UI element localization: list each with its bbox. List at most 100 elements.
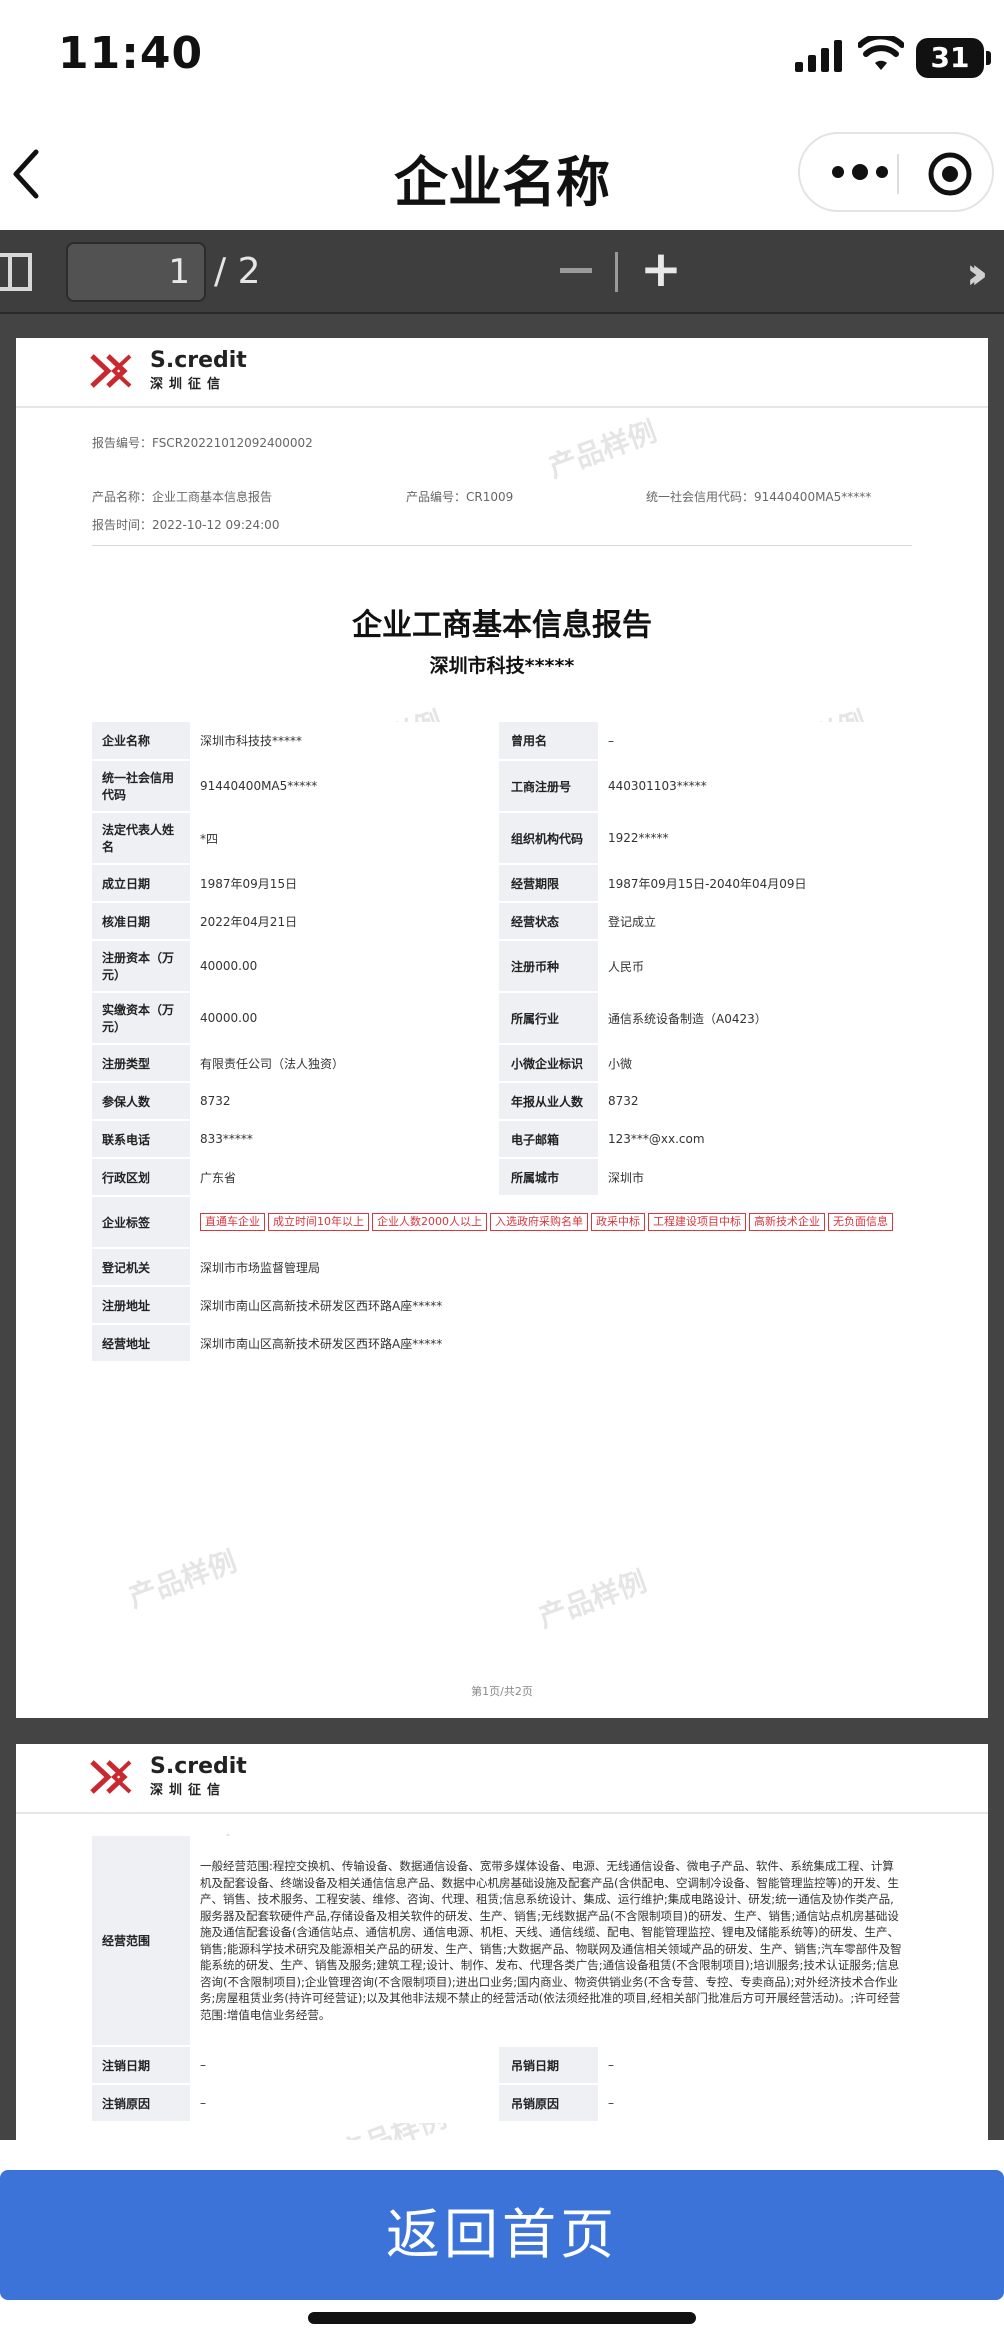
table-row: 企业名称 深圳市科技技***** 曾用名 – — [92, 722, 912, 761]
brand-title: S.credit — [150, 348, 247, 373]
field-label: 注册资本（万元） — [92, 940, 190, 993]
battery-icon: 31 — [916, 38, 991, 78]
tags-cell: 直通车企业 成立时间10年以上 企业人数2000人以上 入选政府采购名单 政采中标 工程建… — [190, 1196, 912, 1249]
field-label: 联系电话 — [92, 1120, 190, 1159]
field-value: 深圳市 — [598, 1158, 912, 1197]
report-time: 报告时间：2022-10-12 09:24:00 — [92, 518, 280, 532]
tags-label: 企业标签 — [92, 1196, 190, 1249]
field-value: 833***** — [190, 1120, 501, 1159]
table-row: 注册类型 有限责任公司（法人独资） 小微企业标识 小微 — [92, 1044, 912, 1083]
field-value: 1922***** — [598, 812, 912, 865]
revoke-reason-label: 吊销原因 — [500, 2084, 598, 2123]
cancel-date-label: 注销日期 — [92, 2046, 190, 2085]
field-value: 40000.00 — [190, 940, 501, 993]
wifi-icon — [858, 36, 904, 70]
field-value: 人民币 — [598, 940, 912, 993]
divider — [92, 545, 912, 546]
company-tag: 高新技术企业 — [749, 1213, 825, 1231]
field-label: 成立日期 — [92, 864, 190, 903]
field-label: 注册币种 — [500, 940, 598, 993]
mini-program-capsule — [798, 132, 994, 212]
field-label: 统一社会信用代码 — [92, 760, 190, 813]
product-name: 产品名称：企业工商基本信息报告 — [92, 490, 273, 504]
table-row: 实缴资本（万元） 40000.00 所属行业 通信系统设备制造（A0423） — [92, 992, 912, 1045]
field-label: 小微企业标识 — [500, 1044, 598, 1083]
brand-subtitle: 深圳征信 — [150, 1783, 227, 1798]
cellular-signal-icon — [795, 40, 842, 72]
table-row: 注册地址 深圳市南山区高新技术研发区西环路A座***** — [92, 1286, 912, 1325]
revoke-date: – — [598, 2046, 912, 2085]
field-label: 核准日期 — [92, 902, 190, 941]
field-label: 登记机关 — [92, 1248, 190, 1287]
product-code: 产品编号：CR1009 — [406, 490, 514, 504]
company-tag: 企业人数2000人以上 — [372, 1213, 487, 1231]
field-value: 登记成立 — [598, 902, 912, 941]
company-tag: 工程建设项目中标 — [648, 1213, 746, 1231]
brand-title: S.credit — [150, 1754, 247, 1779]
table-row: 参保人数 8732 年报从业人数 8732 — [92, 1082, 912, 1121]
field-label: 注册地址 — [92, 1286, 190, 1325]
clock: 11:40 — [58, 28, 204, 79]
field-label: 参保人数 — [92, 1082, 190, 1121]
field-value: 广东省 — [190, 1158, 501, 1197]
company-info-table: 企业名称 深圳市科技技***** 曾用名 – 统一社会信用代码 91440400MA5**… — [92, 722, 912, 1363]
scredit-logo-icon — [90, 1760, 132, 1794]
field-value: – — [598, 722, 912, 761]
watermark: 产品样例 — [544, 414, 661, 485]
page-number-input[interactable]: 1 — [66, 242, 206, 302]
field-value: 深圳市南山区高新技术研发区西环路A座***** — [190, 1324, 912, 1363]
pdf-viewer[interactable]: S.credit 深圳征信 产品样例 产品样例 产品样例 产品样例 产品样例 产… — [0, 314, 1004, 2140]
brand-name: S.credit 深圳征信 — [150, 350, 247, 396]
pdf-header: S.credit 深圳征信 — [16, 338, 988, 408]
more-tools-icon[interactable]: ›› — [966, 248, 989, 299]
field-value: 深圳市科技技***** — [190, 722, 501, 761]
revoke-date-label: 吊销日期 — [500, 2046, 598, 2085]
more-options-icon[interactable] — [830, 160, 890, 184]
zoom-out-icon[interactable] — [560, 268, 592, 273]
zoom-divider — [615, 252, 618, 292]
field-value: *四 — [190, 812, 501, 865]
field-label: 实缴资本（万元） — [92, 992, 190, 1045]
field-label: 年报从业人数 — [500, 1082, 598, 1121]
brand-name: S.credit 深圳征信 — [150, 1756, 247, 1802]
brand-subtitle: 深圳征信 — [150, 377, 227, 392]
watermark: 产品样例 — [124, 1544, 241, 1615]
field-value: 通信系统设备制造（A0423） — [598, 992, 912, 1045]
page-footer: 第1页/共2页 — [471, 1685, 533, 1698]
pdf-page-2: S.credit 深圳征信 产品样例 产品样例 经营范围 一般经营范围:程控交换… — [16, 1744, 988, 2140]
table-row: 统一社会信用代码 91440400MA5***** 工商注册号 440301103**… — [92, 760, 912, 813]
table-row: 经营地址 深圳市南山区高新技术研发区西环路A座***** — [92, 1324, 912, 1363]
home-button[interactable]: 返回首页 — [0, 2170, 1004, 2300]
field-value: 2022年04月21日 — [190, 902, 501, 941]
company-name: 深圳市科技***** — [429, 655, 575, 677]
field-label: 工商注册号 — [500, 760, 598, 813]
cancel-date: – — [190, 2046, 501, 2085]
field-label: 法定代表人姓名 — [92, 812, 190, 865]
page-total: / 2 — [214, 251, 261, 292]
field-value: 有限责任公司（法人独资） — [190, 1044, 501, 1083]
sidebar-toggle-icon[interactable] — [0, 253, 32, 291]
pdf-header: S.credit 深圳征信 — [16, 1744, 988, 1814]
field-label: 所属城市 — [500, 1158, 598, 1197]
company-tag: 政采中标 — [591, 1213, 645, 1231]
cancel-reason: – — [190, 2084, 501, 2123]
field-value: 深圳市市场监督管理局 — [190, 1248, 912, 1287]
nav-bar: 企业名称 — [0, 110, 1004, 230]
report-title: 企业工商基本信息报告 — [352, 608, 652, 643]
close-miniprogram-icon[interactable] — [926, 150, 974, 198]
field-label: 所属行业 — [500, 992, 598, 1045]
field-value: 440301103***** — [598, 760, 912, 813]
scope-label: 经营范围 — [92, 1836, 190, 2047]
field-label: 行政区划 — [92, 1158, 190, 1197]
field-value: 1987年09月15日-2040年04月09日 — [598, 864, 912, 903]
table-row: 法定代表人姓名 *四 组织机构代码 1922***** — [92, 812, 912, 865]
scredit-logo-icon — [90, 354, 132, 388]
status-bar: 11:40 31 — [0, 0, 1004, 110]
zoom-in-icon[interactable]: + — [640, 244, 682, 294]
home-indicator — [308, 2312, 696, 2324]
field-label: 经营期限 — [500, 864, 598, 903]
report-number: 报告编号：FSCR20221012092400002 — [92, 436, 313, 450]
field-value: 91440400MA5***** — [190, 760, 501, 813]
table-row: 行政区划 广东省 所属城市 深圳市 — [92, 1158, 912, 1197]
table-row: 登记机关 深圳市市场监督管理局 — [92, 1248, 912, 1287]
